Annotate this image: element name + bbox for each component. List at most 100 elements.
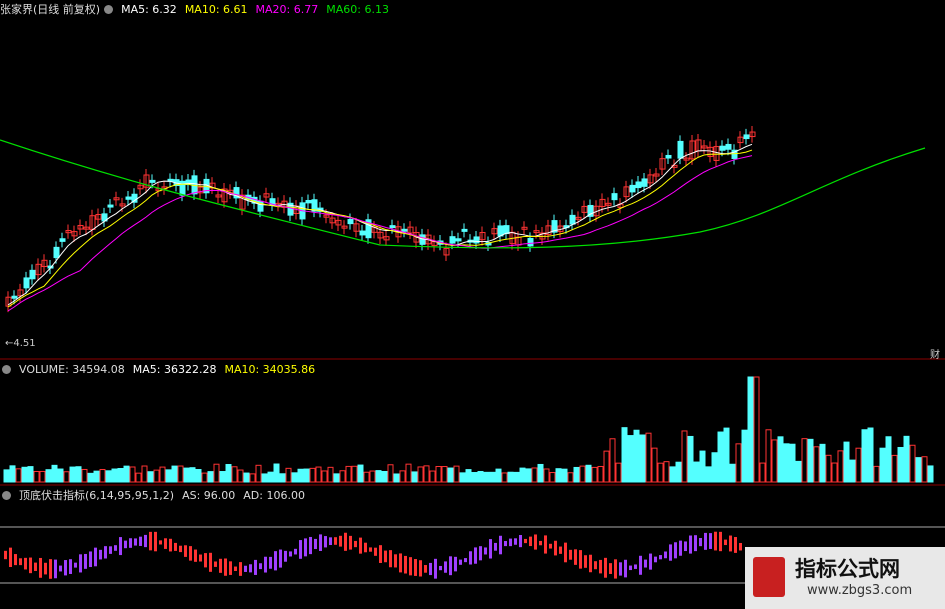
indicator-bar bbox=[284, 550, 287, 562]
watermark-url: www.zbgs3.com bbox=[807, 583, 913, 598]
volume-bar bbox=[87, 472, 94, 483]
ma20-label: MA20: 6.77 bbox=[255, 3, 319, 16]
volume-bar bbox=[27, 466, 34, 483]
candle bbox=[569, 214, 576, 225]
indicator-bar bbox=[729, 535, 732, 552]
ma5-label: MA5: 6.32 bbox=[121, 3, 177, 16]
volume-bar bbox=[69, 466, 76, 483]
indicator-bar bbox=[649, 553, 652, 570]
volume-bar bbox=[609, 438, 616, 483]
volume-bar bbox=[471, 472, 478, 483]
volume-bar bbox=[147, 471, 154, 483]
volume-bar bbox=[777, 436, 784, 483]
volume-bar bbox=[459, 472, 466, 483]
volume-bar bbox=[429, 470, 436, 483]
indicator-bar bbox=[734, 537, 737, 553]
chart-canvas[interactable] bbox=[0, 0, 945, 609]
gear-icon[interactable] bbox=[2, 365, 11, 374]
gear-icon[interactable] bbox=[104, 5, 114, 14]
volume-bar bbox=[849, 459, 856, 483]
volume-bar bbox=[903, 435, 910, 483]
indicator-bar bbox=[159, 540, 162, 545]
indicator-bar bbox=[179, 545, 182, 553]
indicator-bar bbox=[204, 553, 207, 568]
volume-bar bbox=[783, 443, 790, 483]
indicator-bar bbox=[94, 547, 97, 567]
indicator-bar bbox=[699, 537, 702, 547]
indicator-bar bbox=[154, 531, 157, 552]
volume-ma5-label: MA5: 36322.28 bbox=[132, 363, 217, 376]
indicator-bar bbox=[449, 556, 452, 576]
indicator-bar bbox=[129, 538, 132, 548]
volume-bar bbox=[657, 462, 664, 483]
candle bbox=[455, 238, 462, 242]
watermark: 指标公式网 www.zbgs3.com bbox=[745, 547, 945, 609]
volume-bar bbox=[597, 465, 604, 483]
indicator-bar bbox=[109, 546, 112, 554]
indicator-bar bbox=[489, 539, 492, 559]
candle bbox=[59, 238, 66, 242]
indicator-bar bbox=[259, 563, 262, 570]
volume-bar bbox=[273, 463, 280, 483]
volume-bar bbox=[45, 469, 52, 483]
volume-bar bbox=[813, 446, 820, 483]
indicator-bar bbox=[464, 558, 467, 563]
candle bbox=[743, 134, 750, 140]
volume-bar bbox=[855, 447, 862, 483]
volume-bar bbox=[411, 471, 418, 483]
volume-bar bbox=[927, 465, 934, 483]
volume-bar bbox=[543, 468, 550, 483]
volume-bar bbox=[663, 461, 670, 483]
volume-bar bbox=[309, 467, 316, 483]
candle bbox=[347, 219, 354, 225]
ma-line bbox=[7, 143, 753, 306]
indicator-bar bbox=[39, 557, 42, 578]
indicator-bar bbox=[324, 536, 327, 548]
volume-bar bbox=[99, 468, 106, 483]
stock-name[interactable]: 张家界(日线 前复权) bbox=[0, 3, 100, 16]
indicator-bar bbox=[719, 531, 722, 552]
indicator-bar bbox=[329, 537, 332, 546]
volume-bar bbox=[213, 463, 220, 483]
indicator-bar bbox=[144, 534, 147, 548]
volume-bar bbox=[237, 469, 244, 483]
indicator-bar bbox=[379, 545, 382, 563]
volume-bar bbox=[141, 465, 148, 483]
volume-bar bbox=[123, 465, 130, 483]
indicator-bar bbox=[549, 543, 552, 549]
volume-bar bbox=[129, 466, 136, 483]
candle bbox=[401, 228, 408, 232]
indicator-bar bbox=[254, 559, 257, 575]
volume-bar bbox=[717, 431, 724, 483]
volume-bar bbox=[831, 462, 838, 483]
volume-bar bbox=[621, 427, 628, 483]
volume-bar bbox=[807, 438, 814, 483]
indicator-bar bbox=[339, 535, 342, 547]
volume-bar bbox=[591, 466, 598, 483]
finance-tag[interactable]: 财 bbox=[930, 346, 940, 361]
indicator-bar bbox=[459, 559, 462, 565]
volume-bar bbox=[477, 470, 484, 483]
volume-bar bbox=[645, 432, 652, 483]
indicator-bar bbox=[704, 532, 707, 550]
volume-bar bbox=[633, 429, 640, 483]
volume-bar bbox=[771, 439, 778, 483]
indicator-bar bbox=[679, 540, 682, 556]
indicator-bar bbox=[644, 559, 647, 568]
volume-bar bbox=[357, 464, 364, 483]
volume-bar bbox=[801, 438, 808, 483]
indicator-bar bbox=[614, 559, 617, 579]
indicator-bar bbox=[309, 536, 312, 555]
low-price-marker: ←4.51 bbox=[5, 338, 36, 349]
volume-bar bbox=[897, 446, 904, 483]
volume-bar bbox=[291, 472, 298, 483]
volume-bar bbox=[795, 460, 802, 483]
indicator-bar bbox=[424, 565, 427, 573]
indicator-bar bbox=[619, 562, 622, 576]
candle bbox=[611, 193, 618, 201]
volume-bar bbox=[63, 471, 70, 483]
indicator-bar bbox=[404, 555, 407, 574]
indicator-bar bbox=[69, 559, 72, 574]
volume-bar bbox=[891, 454, 898, 483]
gear-icon[interactable] bbox=[2, 491, 11, 500]
